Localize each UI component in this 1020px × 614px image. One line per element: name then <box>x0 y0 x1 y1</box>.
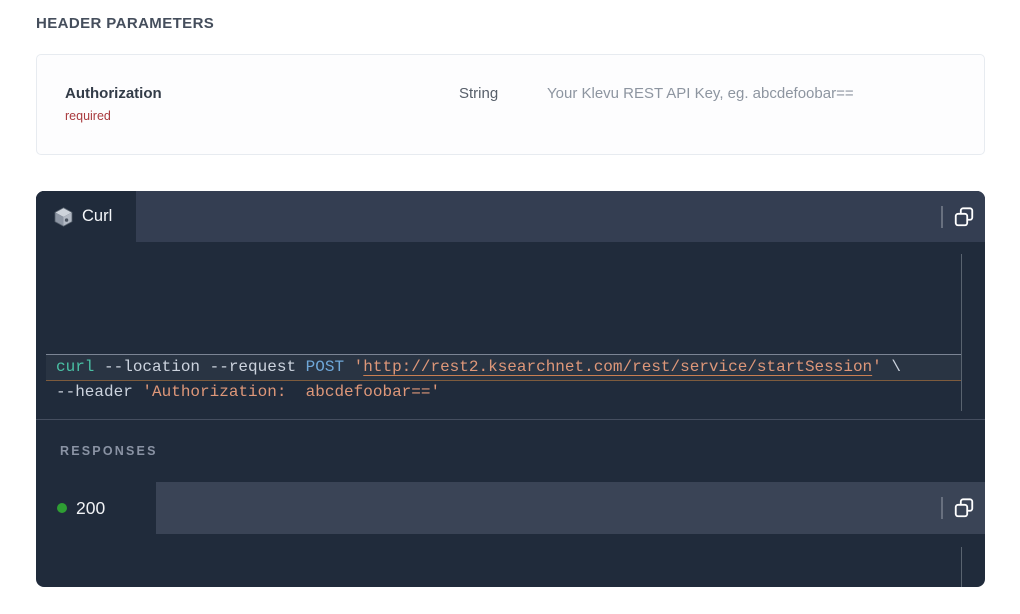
status-bar[interactable] <box>156 482 985 534</box>
parameter-description: Your Klevu REST API Key, eg. abcdefoobar… <box>547 85 964 102</box>
request-copy-area <box>941 191 985 242</box>
header-parameters-title: HEADER PARAMETERS <box>36 15 985 32</box>
code-scroll-indicator <box>961 547 962 587</box>
status-code-label: 200 <box>76 498 105 519</box>
copy-divider <box>941 206 943 228</box>
copy-response-button[interactable] <box>953 497 975 519</box>
xml-response-block: <?xml version="1.0" encoding="UTF-8" ?><… <box>36 534 985 587</box>
tab-curl-label: Curl <box>82 207 112 226</box>
copy-request-button[interactable] <box>953 206 975 228</box>
code-line: curl --location --request POST 'http://r… <box>46 355 962 380</box>
cube-icon <box>54 207 73 227</box>
copy-icon <box>953 206 975 228</box>
status-left: 200 <box>36 498 156 519</box>
tab-curl[interactable]: Curl <box>36 191 136 242</box>
code-sample-panel: Curl curl --location --request POST 'h <box>36 191 985 587</box>
parameter-name: Authorization <box>65 85 459 102</box>
parameter-row: Authorization required String Your Klevu… <box>36 54 985 155</box>
sample-tabbar: Curl <box>36 191 985 242</box>
code-scroll-indicator <box>961 254 962 411</box>
parameter-name-column: Authorization required <box>65 85 459 123</box>
copy-divider <box>941 497 943 519</box>
copy-icon <box>953 497 975 519</box>
code-line: --header 'Authorization: abcdefoobar==' <box>56 380 962 405</box>
response-status-row: 200 <box>36 482 985 534</box>
status-dot <box>57 503 67 513</box>
page-content: HEADER PARAMETERS Authorization required… <box>0 0 1020 587</box>
parameter-type: String <box>459 85 547 102</box>
tabbar-spacer <box>136 191 941 242</box>
responses-label: RESPONSES <box>36 420 985 458</box>
required-badge: required <box>65 109 459 123</box>
curl-code-block: curl --location --request POST 'http://r… <box>36 242 985 419</box>
